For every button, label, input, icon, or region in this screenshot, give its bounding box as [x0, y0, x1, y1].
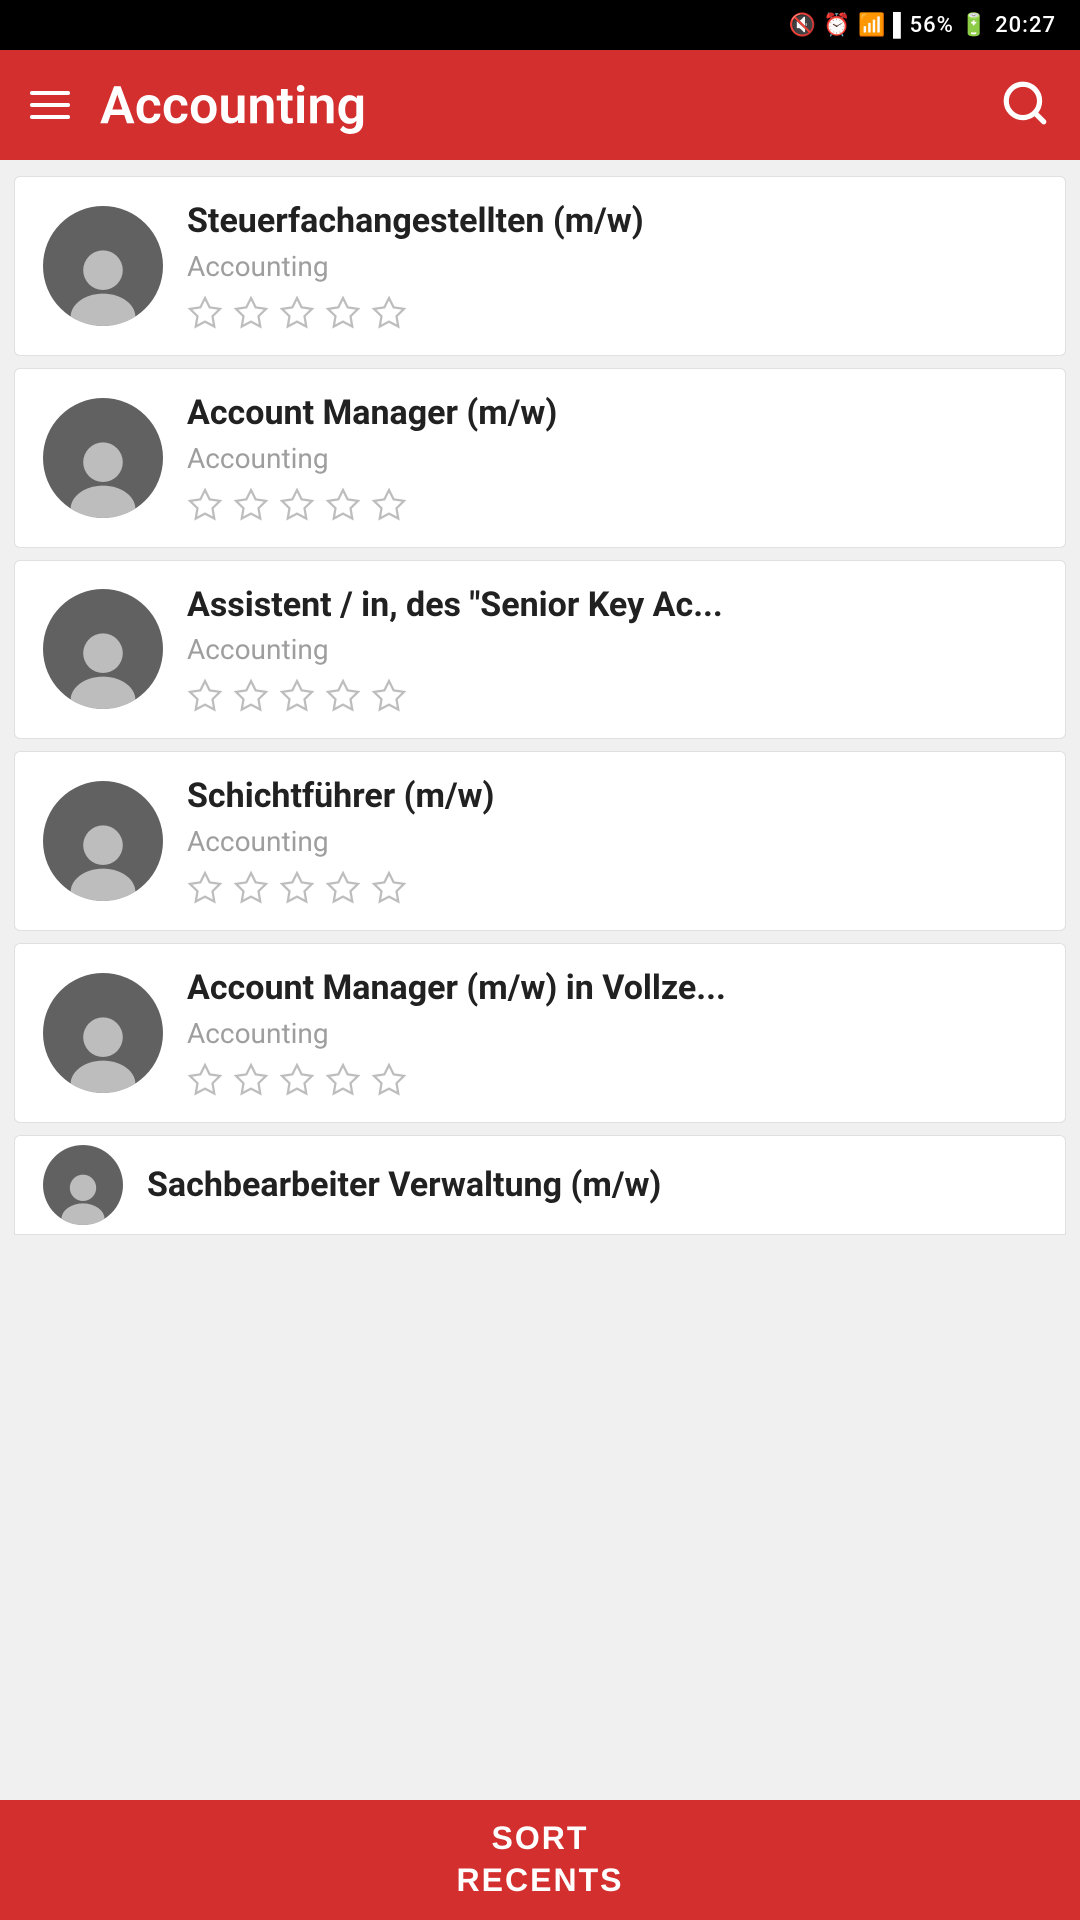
hamburger-menu-button[interactable]	[30, 91, 70, 119]
avatar-1	[43, 206, 163, 326]
avatar-2	[43, 398, 163, 518]
job-title-1: Steuerfachangestellten (m/w)	[187, 201, 1037, 242]
job-category-5: Accounting	[187, 1017, 1037, 1050]
avatar-5	[43, 973, 163, 1093]
job-card-3[interactable]: Assistent / in, des "Senior Key Ac... Ac…	[14, 560, 1066, 740]
job-stars-3[interactable]	[187, 678, 1037, 714]
status-bar-info: 🔇 ⏰ 📶 ▌56% 🔋 20:27	[788, 12, 1056, 38]
job-category-2: Accounting	[187, 442, 1037, 475]
job-card-1[interactable]: Steuerfachangestellten (m/w) Accounting	[14, 176, 1066, 356]
job-category-4: Accounting	[187, 825, 1037, 858]
status-bar: 🔇 ⏰ 📶 ▌56% 🔋 20:27	[0, 0, 1080, 50]
job-info-1: Steuerfachangestellten (m/w) Accounting	[187, 201, 1037, 331]
job-category-1: Accounting	[187, 250, 1037, 283]
job-info-6: Sachbearbeiter Verwaltung (m/w)	[147, 1165, 1037, 1206]
job-stars-5[interactable]	[187, 1062, 1037, 1098]
job-stars-2[interactable]	[187, 487, 1037, 523]
job-title-2: Account Manager (m/w)	[187, 393, 1037, 434]
app-bar: Accounting	[0, 50, 1080, 160]
page-title: Accounting	[100, 75, 366, 136]
job-title-3: Assistent / in, des "Senior Key Ac...	[187, 585, 1037, 626]
job-info-3: Assistent / in, des "Senior Key Ac... Ac…	[187, 585, 1037, 715]
avatar-6	[43, 1145, 123, 1225]
job-info-5: Account Manager (m/w) in Vollze... Accou…	[187, 968, 1037, 1098]
job-card-5[interactable]: Account Manager (m/w) in Vollze... Accou…	[14, 943, 1066, 1123]
job-card-4[interactable]: Schichtführer (m/w) Accounting	[14, 751, 1066, 931]
job-card-2[interactable]: Account Manager (m/w) Accounting	[14, 368, 1066, 548]
avatar-3	[43, 589, 163, 709]
search-button[interactable]	[1000, 78, 1050, 132]
job-stars-1[interactable]	[187, 295, 1037, 331]
job-info-4: Schichtführer (m/w) Accounting	[187, 776, 1037, 906]
app-bar-left: Accounting	[30, 75, 366, 136]
sort-button-line1: SORT	[492, 1818, 589, 1860]
job-card-6[interactable]: Sachbearbeiter Verwaltung (m/w)	[14, 1135, 1066, 1235]
job-list: Steuerfachangestellten (m/w) Accounting …	[0, 160, 1080, 1365]
job-category-3: Accounting	[187, 633, 1037, 666]
job-stars-4[interactable]	[187, 870, 1037, 906]
job-title-6: Sachbearbeiter Verwaltung (m/w)	[147, 1165, 1037, 1206]
sort-button[interactable]: SORT RECENTS	[0, 1800, 1080, 1920]
job-title-5: Account Manager (m/w) in Vollze...	[187, 968, 1037, 1009]
sort-button-line2: RECENTS	[457, 1860, 624, 1902]
job-info-2: Account Manager (m/w) Accounting	[187, 393, 1037, 523]
avatar-4	[43, 781, 163, 901]
job-title-4: Schichtführer (m/w)	[187, 776, 1037, 817]
